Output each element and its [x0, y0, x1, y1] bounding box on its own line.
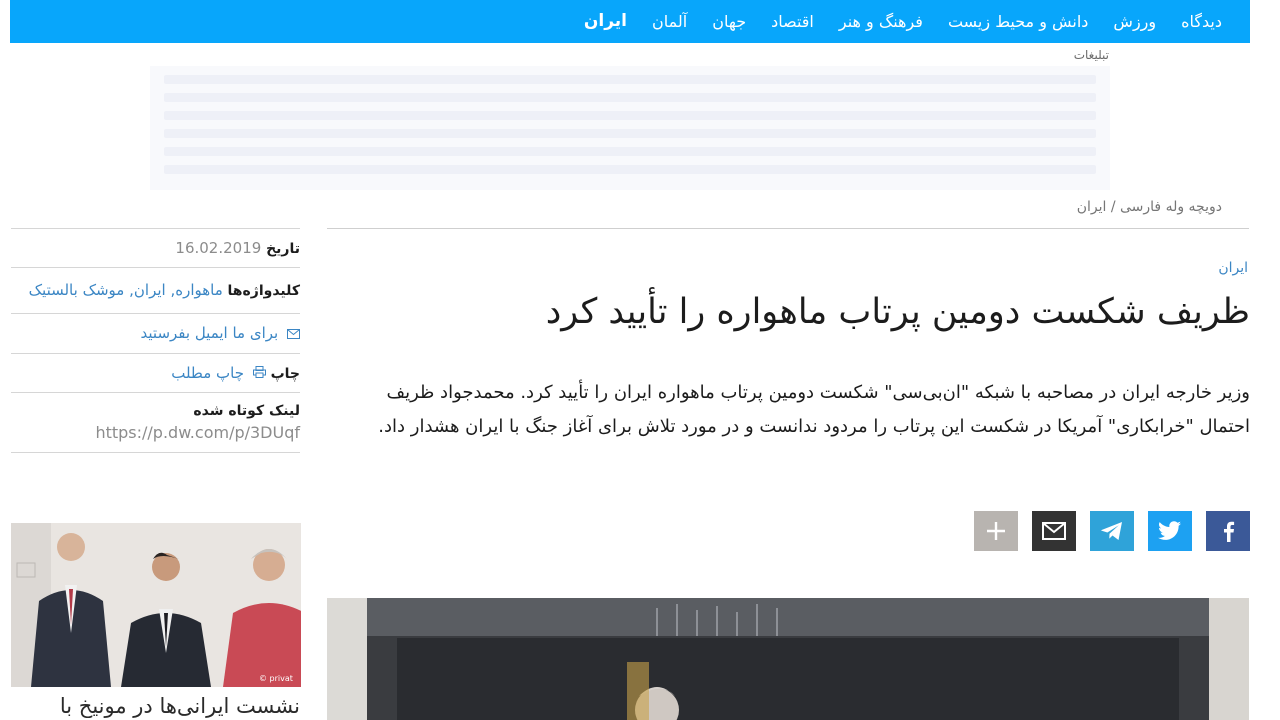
article-main-image: [327, 598, 1249, 720]
shortlink-label: لینک کوتاه شده: [193, 403, 300, 419]
nav-item-economy[interactable]: اقتصاد: [771, 0, 814, 43]
ad-label: تبلیغات: [1073, 48, 1109, 62]
email-us-link[interactable]: برای ما ایمیل بفرستید: [141, 324, 279, 342]
mail-icon: [1042, 522, 1066, 540]
top-navigation-bar: ایران آلمان جهان اقتصاد فرهنگ و هنر دانش…: [10, 0, 1250, 43]
date-label: تاریخ: [266, 241, 300, 257]
facebook-share-button[interactable]: [1206, 511, 1250, 551]
section-link[interactable]: ایران: [1218, 260, 1248, 276]
plus-icon: [987, 522, 1005, 540]
nav-item-culture[interactable]: فرهنگ و هنر: [839, 0, 923, 43]
divider: [327, 228, 1249, 229]
nav-item-iran[interactable]: ایران: [584, 0, 627, 43]
nav-item-opinion[interactable]: دیدگاه: [1181, 0, 1222, 43]
article-sidebar: تاریخ 16.02.2019 کلیدواژه‌ها ماهواره, ای…: [11, 228, 300, 453]
date-row: تاریخ 16.02.2019: [11, 228, 300, 267]
nav-item-world[interactable]: جهان: [712, 0, 746, 43]
nav-item-germany[interactable]: آلمان: [652, 0, 687, 43]
article-lead: وزیر خارجه ایران در مصاحبه با شبکه "ان‌ب…: [378, 382, 1250, 437]
date-value: 16.02.2019: [175, 239, 262, 257]
share-buttons: [974, 511, 1250, 551]
telegram-icon: [1101, 522, 1122, 540]
print-article-link[interactable]: چاپ مطلب: [171, 364, 244, 382]
twitter-icon: [1158, 521, 1181, 540]
nav-item-science[interactable]: دانش و محیط زیست: [948, 0, 1088, 43]
more-share-button[interactable]: [974, 511, 1018, 551]
envelope-icon: [287, 325, 300, 343]
email-share-button[interactable]: [1032, 511, 1076, 551]
related-article-caption[interactable]: نشست ایرانی‌ها در مونیخ با: [11, 694, 300, 718]
photo-credit: © privat: [259, 674, 293, 683]
keywords-row: کلیدواژه‌ها ماهواره, ایران, موشک بالستیک: [11, 267, 300, 313]
telegram-share-button[interactable]: [1090, 511, 1134, 551]
ad-banner[interactable]: [150, 66, 1110, 190]
article-headline: ظریف شکست دومین پرتاب ماهواره را تأیید ک…: [545, 292, 1250, 332]
print-label: چاپ: [270, 365, 300, 382]
email-row: برای ما ایمیل بفرستید: [11, 313, 300, 353]
keywords-links[interactable]: ماهواره, ایران, موشک بالستیک: [29, 281, 223, 299]
breadcrumb[interactable]: دویچه وله فارسی / ایران: [1077, 199, 1222, 215]
related-article-image[interactable]: © privat: [11, 523, 301, 687]
shortlink-row: لینک کوتاه شده https://p.dw.com/p/3DUqf: [11, 392, 300, 453]
print-row: چاپ چاپ مطلب: [11, 352, 300, 393]
printer-icon: [252, 364, 266, 382]
nav-menu: ایران آلمان جهان اقتصاد فرهنگ و هنر دانش…: [584, 0, 1222, 43]
keywords-label: کلیدواژه‌ها: [227, 283, 300, 299]
twitter-share-button[interactable]: [1148, 511, 1192, 551]
nav-item-sports[interactable]: ورزش: [1113, 0, 1156, 43]
facebook-icon: [1224, 521, 1235, 542]
shortlink-url[interactable]: https://p.dw.com/p/3DUqf: [11, 423, 300, 442]
